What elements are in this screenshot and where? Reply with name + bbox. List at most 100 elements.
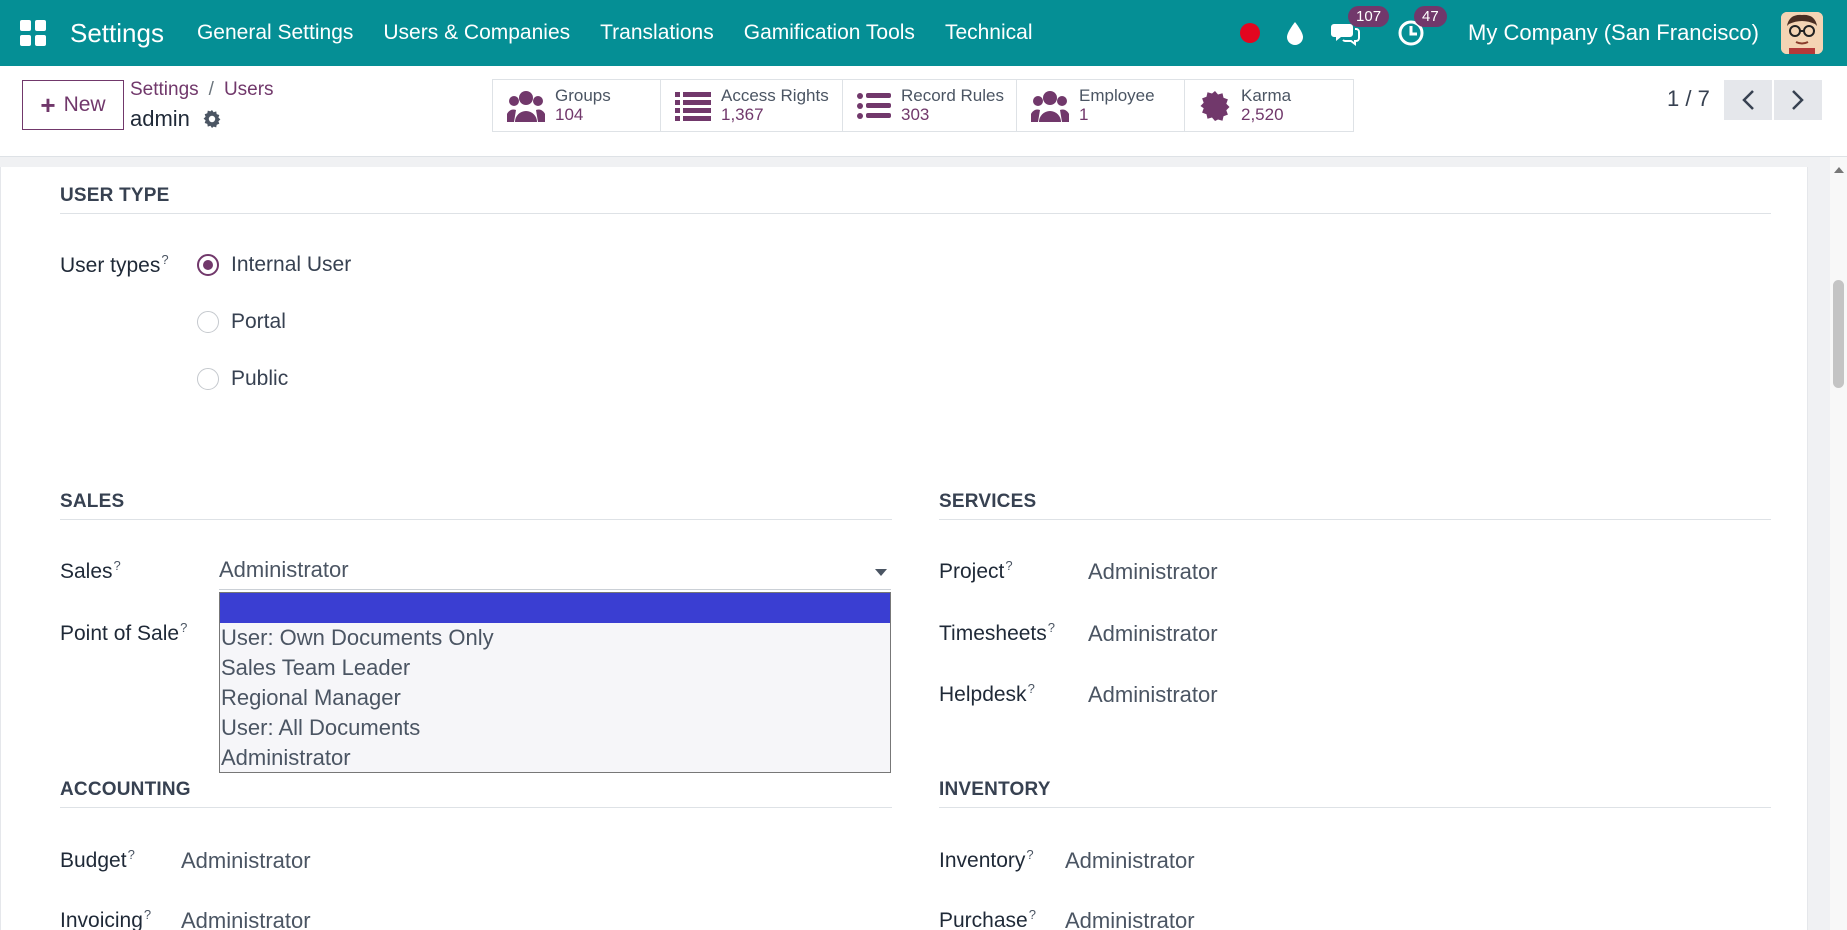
invoicing-select[interactable]: Administrator xyxy=(181,908,311,930)
pager-previous-button[interactable] xyxy=(1724,80,1772,120)
menu-technical[interactable]: Technical xyxy=(930,21,1048,45)
dropdown-option[interactable]: User: All Documents xyxy=(220,713,890,743)
radio-button-checked[interactable] xyxy=(197,254,219,276)
smart-button-value: 104 xyxy=(555,104,584,124)
sales-select[interactable]: Administrator xyxy=(219,557,891,590)
smart-button-groups[interactable]: Groups 104 xyxy=(493,80,661,131)
project-select[interactable]: Administrator xyxy=(1088,559,1218,585)
menu-gamification-tools[interactable]: Gamification Tools xyxy=(729,21,930,45)
help-icon[interactable]: ? xyxy=(1048,620,1055,635)
section-divider xyxy=(939,519,1771,520)
user-avatar[interactable] xyxy=(1781,12,1823,54)
inventory-select[interactable]: Administrator xyxy=(1065,848,1195,874)
smart-buttons: Groups 104 Access Rights 1,367 Record Rule… xyxy=(492,79,1354,132)
pager-value[interactable]: 1 / 7 xyxy=(1667,86,1710,112)
company-switcher[interactable]: My Company (San Francisco) xyxy=(1468,20,1759,46)
help-icon[interactable]: ? xyxy=(1029,907,1036,922)
scrollbar-thumb[interactable] xyxy=(1833,280,1844,388)
smart-button-access-rights[interactable]: Access Rights 1,367 xyxy=(661,80,843,131)
section-title-user-type: USER TYPE xyxy=(60,185,170,206)
list-icon xyxy=(857,92,891,119)
timesheets-select[interactable]: Administrator xyxy=(1088,621,1218,647)
apps-menu-icon[interactable] xyxy=(20,20,46,46)
breadcrumb-current: admin xyxy=(130,106,190,131)
breadcrumb: Settings / Users xyxy=(130,79,274,101)
help-icon[interactable]: ? xyxy=(1005,558,1012,573)
field-label-helpdesk: Helpdesk? xyxy=(939,681,1035,706)
breadcrumb-users[interactable]: Users xyxy=(224,79,274,100)
smart-button-label: Groups xyxy=(555,85,611,105)
form-sheet xyxy=(0,167,1808,930)
smart-button-value: 303 xyxy=(901,104,930,124)
smart-button-employee[interactable]: Employee 1 xyxy=(1017,80,1185,131)
dropdown-option[interactable]: User: Own Documents Only xyxy=(220,623,890,653)
helpdesk-select[interactable]: Administrator xyxy=(1088,682,1218,708)
smart-button-value: 1,367 xyxy=(721,104,764,124)
gear-icon[interactable] xyxy=(202,109,222,129)
messaging-icon[interactable]: 107 xyxy=(1330,6,1390,48)
sales-select-value: Administrator xyxy=(219,557,349,582)
radio-button[interactable] xyxy=(197,368,219,390)
breadcrumb-separator: / xyxy=(208,79,214,100)
sales-dropdown-list[interactable]: User: Own Documents Only Sales Team Lead… xyxy=(219,592,891,773)
smart-button-label: Karma xyxy=(1241,85,1292,105)
smart-button-label: Employee xyxy=(1079,85,1155,105)
menu-users-companies[interactable]: Users & Companies xyxy=(368,21,585,45)
smart-button-record-rules[interactable]: Record Rules 303 xyxy=(843,80,1017,131)
section-divider xyxy=(60,519,892,520)
top-navbar: Settings General Settings Users & Compan… xyxy=(0,0,1847,66)
section-divider xyxy=(939,807,1771,808)
field-label-sales: Sales? xyxy=(60,558,121,583)
dropdown-option[interactable]: Administrator xyxy=(220,743,890,773)
radio-label: Portal xyxy=(231,310,286,333)
menu-translations[interactable]: Translations xyxy=(585,21,729,45)
help-icon[interactable]: ? xyxy=(1026,847,1033,862)
menu-general-settings[interactable]: General Settings xyxy=(182,21,368,45)
help-icon[interactable]: ? xyxy=(128,847,135,862)
caret-down-icon[interactable] xyxy=(875,569,887,576)
smart-button-label: Access Rights xyxy=(721,85,829,105)
smart-button-value: 1 xyxy=(1079,104,1089,124)
smart-button-karma[interactable]: Karma 2,520 xyxy=(1185,80,1353,131)
dropdown-option[interactable]: Sales Team Leader xyxy=(220,653,890,683)
budget-select[interactable]: Administrator xyxy=(181,848,311,874)
field-label-project: Project? xyxy=(939,558,1013,583)
field-label-purchase: Purchase? xyxy=(939,907,1036,930)
radio-button[interactable] xyxy=(197,311,219,333)
scroll-up-arrow-icon[interactable] xyxy=(1834,167,1844,173)
pager-next-button[interactable] xyxy=(1774,80,1822,120)
help-icon[interactable]: ? xyxy=(180,620,187,635)
radio-label: Internal User xyxy=(231,253,352,276)
record-title: admin xyxy=(130,106,222,132)
radio-internal-user[interactable]: Internal User xyxy=(197,253,351,277)
chevron-left-icon xyxy=(1742,90,1754,110)
section-divider xyxy=(60,807,892,808)
record-dot-icon[interactable] xyxy=(1240,23,1261,43)
field-label-inventory: Inventory? xyxy=(939,847,1034,872)
control-panel: + New Settings / Users admin Groups104 xyxy=(0,66,1847,157)
activity-clock-icon[interactable]: 47 xyxy=(1396,6,1447,48)
vertical-scrollbar[interactable] xyxy=(1830,157,1847,930)
smart-button-label: Record Rules xyxy=(901,85,1004,105)
help-icon[interactable]: ? xyxy=(161,252,168,267)
purchase-select[interactable]: Administrator xyxy=(1065,908,1195,930)
certificate-icon xyxy=(1200,90,1230,121)
users-icon xyxy=(507,90,545,122)
radio-public[interactable]: Public xyxy=(197,367,288,391)
water-drop-icon[interactable] xyxy=(1284,20,1306,46)
radio-portal[interactable]: Portal xyxy=(197,310,286,334)
chevron-right-icon xyxy=(1792,90,1804,110)
dropdown-option[interactable]: Regional Manager xyxy=(220,683,890,713)
help-icon[interactable]: ? xyxy=(144,907,151,922)
breadcrumb-settings[interactable]: Settings xyxy=(130,79,199,100)
field-label-timesheets: Timesheets? xyxy=(939,620,1055,645)
radio-label: Public xyxy=(231,367,289,390)
app-name[interactable]: Settings xyxy=(70,18,164,49)
section-title-inventory: INVENTORY xyxy=(939,779,1051,800)
help-icon[interactable]: ? xyxy=(114,558,121,573)
list-icon xyxy=(675,91,711,121)
users-icon xyxy=(1031,90,1069,122)
help-icon[interactable]: ? xyxy=(1028,681,1035,696)
dropdown-option-empty[interactable] xyxy=(220,593,890,623)
new-button[interactable]: + New xyxy=(22,80,124,130)
